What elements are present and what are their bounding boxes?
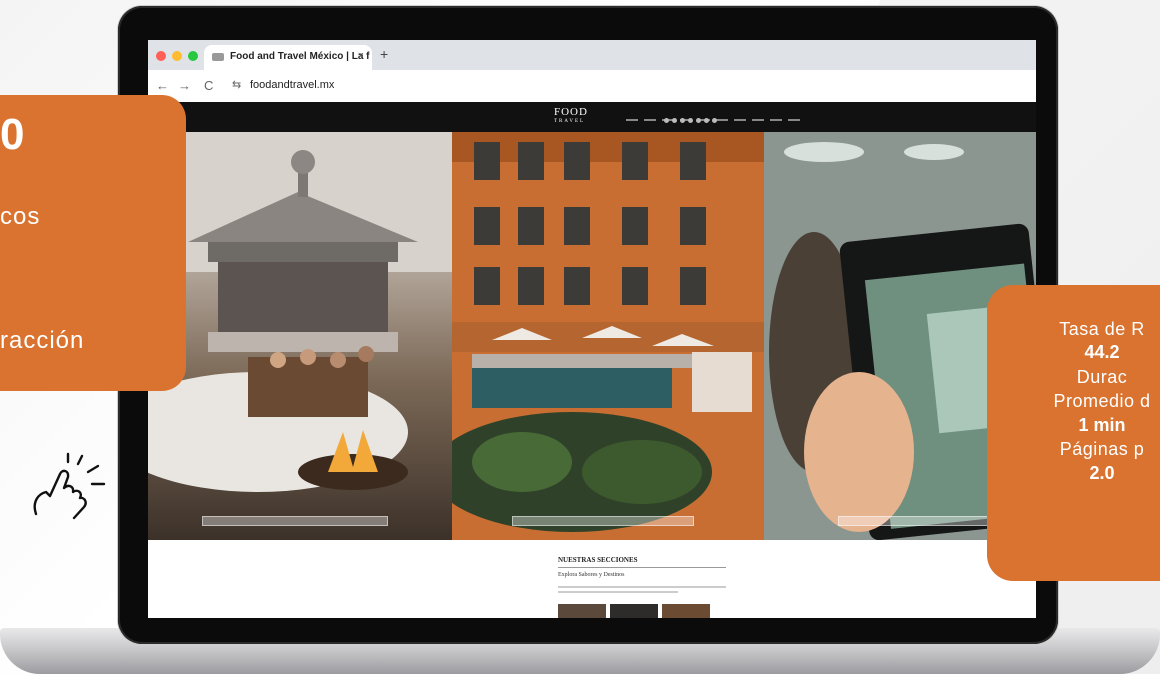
stat-label-1: cos: [0, 203, 41, 230]
favicon-icon: [212, 53, 224, 61]
metric-value-pages: 2.0: [1089, 463, 1115, 483]
social-icon[interactable]: [696, 118, 701, 123]
social-icon[interactable]: [664, 118, 669, 123]
sections-divider: [558, 567, 726, 568]
metric-value-bounce-rate: 44.2: [1084, 342, 1120, 362]
social-icon[interactable]: [688, 118, 693, 123]
nav-item[interactable]: [770, 119, 782, 121]
window-zoom-dot[interactable]: [188, 51, 198, 61]
window-minimize-dot[interactable]: [172, 51, 182, 61]
site-logo[interactable]: FOOD TRAVEL: [554, 107, 588, 127]
close-icon[interactable]: ×: [358, 50, 364, 62]
sections-area: NUESTRAS SECCIONES Explora Sabores y Des…: [148, 540, 1036, 618]
section-thumbnail[interactable]: [610, 604, 658, 618]
metric-label-duration: Durac: [1076, 367, 1128, 387]
stat-number: 0: [0, 110, 25, 159]
social-icon[interactable]: [680, 118, 685, 123]
stats-card-left: 0 cos racción: [0, 95, 186, 391]
laptop-screen: Food and Travel México | La f × + ← → C …: [148, 40, 1036, 618]
section-thumbnail[interactable]: [558, 604, 606, 618]
metric-label-average: Promedio d: [1053, 391, 1151, 411]
hero-slide-hotel[interactable]: [452, 132, 764, 540]
social-icon[interactable]: [712, 118, 717, 123]
slide-caption: [202, 516, 388, 526]
text-line: [558, 591, 678, 593]
metric-label-bounce-rate: Tasa de R: [1059, 319, 1145, 339]
logo-subtext: TRAVEL: [554, 119, 586, 124]
window-close-dot[interactable]: [156, 51, 166, 61]
hotel-photo: [452, 132, 764, 540]
sections-subtitle: Explora Sabores y Destinos: [558, 572, 625, 578]
nav-item[interactable]: [788, 119, 800, 121]
site-header: FOOD TRAVEL: [148, 102, 1036, 132]
social-icon[interactable]: [672, 118, 677, 123]
site-settings-icon[interactable]: ⇆: [232, 78, 241, 91]
sections-title: NUESTRAS SECCIONES: [558, 556, 638, 564]
section-thumbnail[interactable]: [662, 604, 710, 618]
hero-slide-carousel[interactable]: [148, 132, 452, 540]
browser-tab-bar: Food and Travel México | La f × +: [148, 40, 1036, 70]
browser-address-bar: ← → C ⇆ foodandtravel.mx: [148, 70, 1036, 103]
text-line: [558, 586, 726, 588]
forward-icon[interactable]: →: [178, 78, 191, 93]
nav-item[interactable]: [734, 119, 746, 121]
url-field[interactable]: foodandtravel.mx: [250, 79, 334, 91]
reload-icon[interactable]: C: [204, 78, 213, 93]
new-tab-button[interactable]: +: [380, 46, 388, 62]
tap-hand-icon: [33, 452, 106, 520]
tab-title: Food and Travel México | La f: [230, 51, 370, 62]
nav-item[interactable]: [644, 119, 656, 121]
back-icon[interactable]: ←: [156, 78, 169, 93]
browser-tab[interactable]: Food and Travel México | La f ×: [204, 45, 372, 70]
nav-item[interactable]: [752, 119, 764, 121]
slide-caption: [512, 516, 694, 526]
carousel-photo: [148, 132, 452, 492]
stats-card-right: Tasa de R 44.2 Durac Promedio d 1 min Pá…: [987, 285, 1160, 581]
social-icon[interactable]: [704, 118, 709, 123]
metric-label-pages: Páginas p: [1059, 439, 1145, 459]
stat-label-2: racción: [0, 327, 85, 354]
nav-item[interactable]: [626, 119, 638, 121]
metric-value-duration: 1 min: [1078, 415, 1126, 435]
social-links: [664, 110, 720, 128]
